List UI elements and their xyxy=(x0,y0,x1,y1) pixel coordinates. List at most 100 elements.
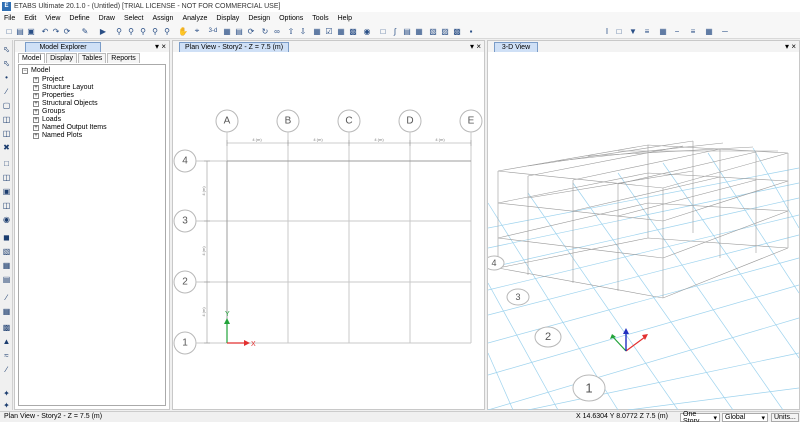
line-style-icon[interactable]: ≡ xyxy=(688,26,698,36)
zoom-previous-icon[interactable]: ⚲ xyxy=(150,26,160,36)
set-display-options-icon[interactable]: ▦ xyxy=(312,26,322,36)
restraint-icon[interactable]: ▤ xyxy=(402,26,412,36)
plan-view-icon[interactable]: ▦ xyxy=(222,26,232,36)
tree-item-named-plots[interactable]: + Named Plots xyxy=(33,132,82,139)
snap-options-icon[interactable]: ✦ xyxy=(1,388,12,398)
panel-menu-icon[interactable]: ▾ xyxy=(155,42,159,51)
menu-tools[interactable]: Tools xyxy=(312,15,328,22)
elevation-view-icon[interactable]: ▤ xyxy=(234,26,244,36)
coord-system-select[interactable]: Global ▾ xyxy=(722,413,768,422)
reshape-icon[interactable]: ⬁ xyxy=(1,58,12,68)
draw-wall-stack-icon[interactable]: ◉ xyxy=(1,214,12,224)
panel-menu-icon[interactable]: ▾ xyxy=(785,42,789,51)
draw-area-icon[interactable]: ◫ xyxy=(1,200,12,210)
tab-model[interactable]: Model xyxy=(18,53,46,63)
pan-icon[interactable]: ✋ xyxy=(178,26,188,36)
draw-dimension-icon[interactable]: ◼ xyxy=(1,232,12,242)
zoom-out-icon[interactable]: ⚲ xyxy=(138,26,148,36)
expand-icon[interactable]: + xyxy=(33,116,39,123)
draw-slab-icon[interactable]: ▦ xyxy=(1,260,12,270)
object-shrink-icon[interactable]: ∞ xyxy=(272,26,282,36)
draw-floor-icon[interactable]: □ xyxy=(1,158,12,168)
story-mode-select[interactable]: One Story ▾ xyxy=(680,411,720,422)
expand-icon[interactable]: + xyxy=(33,124,39,131)
display-forces-icon[interactable]: ▩ xyxy=(348,26,358,36)
plan-view-canvas[interactable]: A B C D E 4 3 2 1 4 (m) 4 (m) 4 (m) 4 (m… xyxy=(173,53,484,410)
close-icon[interactable]: × xyxy=(476,42,481,51)
expand-icon[interactable]: + xyxy=(33,100,39,107)
tree-item-structural-objects[interactable]: + Structural Objects xyxy=(33,100,98,107)
draw-beam-icon[interactable]: ▢ xyxy=(1,100,12,110)
tree-item-structure-layout[interactable]: + Structure Layout xyxy=(33,84,93,91)
menu-display[interactable]: Display xyxy=(216,15,239,22)
draw-developed-elevation-icon[interactable]: ∕ xyxy=(1,364,12,374)
tab-reports[interactable]: Reports xyxy=(107,53,140,63)
draw-opening-icon[interactable]: ▣ xyxy=(1,186,12,196)
perspective-icon[interactable]: ↻ xyxy=(260,26,270,36)
brace-icon[interactable]: ▦ xyxy=(704,26,714,36)
assign-dropdown-icon[interactable]: ◉ xyxy=(362,26,372,36)
menu-view[interactable]: View xyxy=(45,15,60,22)
units-button[interactable]: Units... xyxy=(771,413,799,422)
menu-design[interactable]: Design xyxy=(248,15,270,22)
draw-brace-icon[interactable]: ◫ xyxy=(1,128,12,138)
display-deformed-icon[interactable]: ▦ xyxy=(336,26,346,36)
rotate-view-icon[interactable]: ⟳ xyxy=(246,26,256,36)
draw-link-icon[interactable]: ▦ xyxy=(1,306,12,316)
save-icon[interactable]: ▣ xyxy=(26,26,36,36)
close-icon[interactable]: × xyxy=(161,42,166,51)
beam-section-icon[interactable]: − xyxy=(672,26,682,36)
display-undeformed-icon[interactable]: ☑ xyxy=(324,26,334,36)
draw-joint-icon[interactable]: • xyxy=(1,72,12,82)
menu-analyze[interactable]: Analyze xyxy=(182,15,207,22)
concrete-design-icon[interactable]: ▪ xyxy=(466,26,476,36)
tab-plan-view[interactable]: Plan View - Story2 - Z = 7.5 (m) xyxy=(179,42,290,52)
run-analysis-icon[interactable]: ▶ xyxy=(98,26,108,36)
tab-tables[interactable]: Tables xyxy=(78,53,107,63)
view-3d-button[interactable]: 3-d xyxy=(206,26,220,36)
tab-display[interactable]: Display xyxy=(46,53,78,63)
zoom-in-icon[interactable]: ⚲ xyxy=(126,26,136,36)
expand-icon[interactable]: + xyxy=(33,76,39,83)
lock-icon[interactable]: ✎ xyxy=(80,26,90,36)
menu-options[interactable]: Options xyxy=(279,15,303,22)
expand-icon[interactable]: + xyxy=(33,132,39,139)
open-icon[interactable]: ▤ xyxy=(15,26,25,36)
menu-assign[interactable]: Assign xyxy=(152,15,173,22)
tab-model-explorer[interactable]: Model Explorer xyxy=(25,42,101,52)
shape-select-icon[interactable]: □ xyxy=(614,26,624,36)
tree-item-properties[interactable]: + Properties xyxy=(33,92,74,99)
close-icon[interactable]: × xyxy=(791,42,796,51)
menu-select[interactable]: Select xyxy=(124,15,143,22)
line-weight-icon[interactable]: ─ xyxy=(720,26,730,36)
expand-icon[interactable]: + xyxy=(33,92,39,99)
panel-menu-icon[interactable]: ▾ xyxy=(470,42,474,51)
zoom-window-icon[interactable]: ⚲ xyxy=(114,26,124,36)
expand-icon[interactable]: + xyxy=(33,84,39,91)
refresh-icon[interactable]: ⟳ xyxy=(62,26,72,36)
draw-reference-icon[interactable]: ≈ xyxy=(1,350,12,360)
expand-icon[interactable]: + xyxy=(33,108,39,115)
undo-icon[interactable]: ↶ xyxy=(40,26,50,36)
tree-item-groups[interactable]: + Groups xyxy=(33,108,65,115)
align-icon[interactable]: ≡ xyxy=(642,26,652,36)
menu-help[interactable]: Help xyxy=(338,15,352,22)
section-icon[interactable]: ▦ xyxy=(414,26,424,36)
pointer-icon[interactable]: ⬁ xyxy=(1,44,12,54)
tree-item-named-output-items[interactable]: + Named Output Items xyxy=(33,124,107,131)
menu-draw[interactable]: Draw xyxy=(99,15,115,22)
frame-icon[interactable]: ∫ xyxy=(390,26,400,36)
tab-3d-view[interactable]: 3-D View xyxy=(494,42,538,52)
collapse-icon[interactable]: − xyxy=(22,67,28,74)
draw-grid-icon[interactable]: ▩ xyxy=(1,322,12,332)
draw-column-icon[interactable]: ◫ xyxy=(1,114,12,124)
snap-point-icon[interactable]: ✦ xyxy=(1,400,12,410)
draw-wall-icon[interactable]: ◫ xyxy=(1,172,12,182)
redo-icon[interactable]: ↷ xyxy=(51,26,61,36)
text-tool-icon[interactable]: I xyxy=(602,26,612,36)
move-down-icon[interactable]: ⇩ xyxy=(298,26,308,36)
supports-icon[interactable]: ▧ xyxy=(428,26,438,36)
tree-root[interactable]: − Model xyxy=(22,67,50,74)
new-model-icon[interactable]: □ xyxy=(4,26,14,36)
tree-item-loads[interactable]: + Loads xyxy=(33,116,61,123)
